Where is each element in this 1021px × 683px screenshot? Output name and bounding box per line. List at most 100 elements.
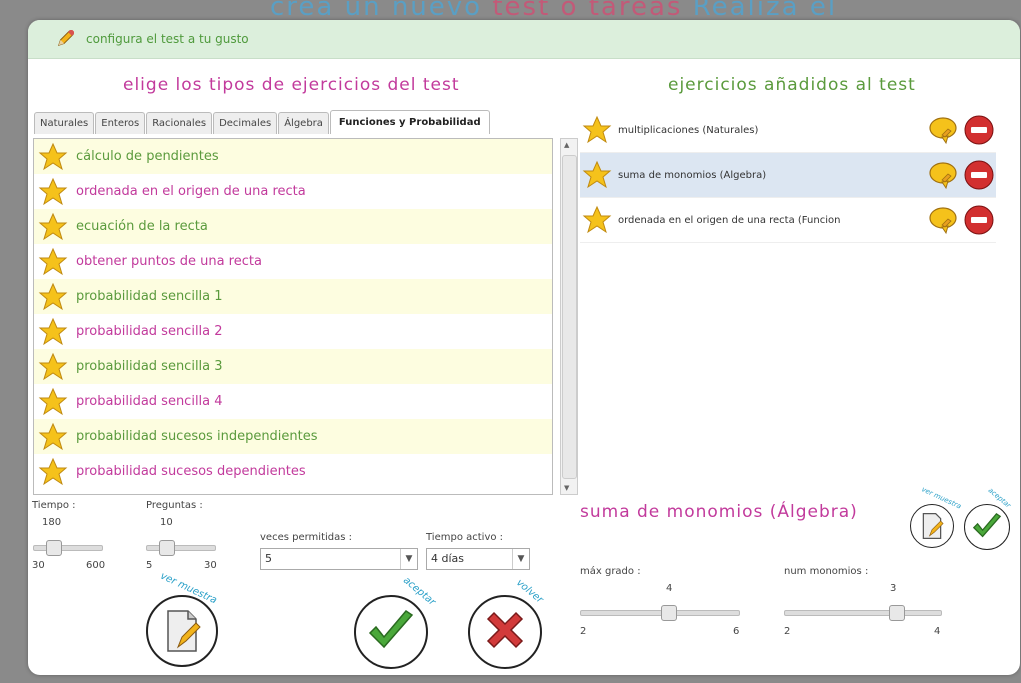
num-monomios-max: 4: [934, 626, 941, 637]
tab-enteros[interactable]: Enteros: [95, 112, 146, 134]
max-grado-min: 2: [580, 626, 587, 637]
delete-icon[interactable]: [964, 115, 994, 145]
max-grado-max: 6: [733, 626, 740, 637]
edit-bubble-icon[interactable]: [928, 115, 958, 145]
added-exercises-heading: ejercicios añadidos al test: [668, 75, 916, 95]
detail-title: suma de monomios (Álgebra): [580, 502, 858, 522]
document-icon: [922, 513, 944, 539]
volver-button[interactable]: [468, 595, 542, 669]
tab-algebra[interactable]: Álgebra: [278, 112, 329, 134]
exercise-item[interactable]: obtener puntos de una recta: [34, 244, 552, 279]
num-monomios-slider[interactable]: [784, 605, 942, 621]
scroll-up-icon[interactable]: ▲: [564, 141, 569, 149]
edit-bubble-icon[interactable]: [928, 160, 958, 190]
edit-bubble-icon[interactable]: [928, 205, 958, 235]
max-grado-value: 4: [666, 583, 673, 594]
chevron-down-icon[interactable]: ▼: [400, 549, 417, 569]
scroll-thumb[interactable]: [562, 155, 577, 479]
tab-naturales[interactable]: Naturales: [34, 112, 95, 134]
exercise-label: probabilidad sencilla 3: [76, 359, 223, 374]
exercise-list-scrollbar[interactable]: ▲ ▼: [560, 138, 578, 495]
star-icon: [582, 160, 612, 189]
added-exercise-label: multiplicaciones (Naturales): [618, 124, 759, 136]
exercise-item[interactable]: ecuación de la recta: [34, 209, 552, 244]
added-exercise-label: ordenada en el origen de una recta (Func…: [618, 214, 841, 226]
bg-title-part2: test o tareas: [492, 0, 683, 22]
detail-ver-muestra-button[interactable]: [910, 504, 954, 548]
max-grado-label: máx grado :: [580, 566, 641, 577]
exercise-list: cálculo de pendientes ordenada en el orig…: [33, 138, 553, 495]
num-monomios-min: 2: [784, 626, 791, 637]
veces-select[interactable]: 5 ▼: [260, 548, 418, 570]
exercise-item[interactable]: probabilidad sucesos dependientes: [34, 454, 552, 489]
max-grado-slider-handle[interactable]: [661, 605, 677, 621]
exercise-label: cálculo de pendientes: [76, 149, 219, 164]
star-icon: [38, 422, 68, 450]
exercise-label: probabilidad sucesos dependientes: [76, 464, 306, 479]
added-exercise-item[interactable]: multiplicaciones (Naturales): [580, 108, 996, 153]
star-icon: [38, 212, 68, 240]
delete-icon[interactable]: [964, 205, 994, 235]
preguntas-slider-handle[interactable]: [159, 540, 175, 556]
aceptar-button[interactable]: [354, 595, 428, 669]
star-icon: [582, 115, 612, 144]
exercise-item[interactable]: ordenada en el origen de una recta: [34, 174, 552, 209]
delete-icon[interactable]: [964, 160, 994, 190]
exercise-item[interactable]: probabilidad sencilla 2: [34, 314, 552, 349]
added-exercise-label: suma de monomios (Álgebra): [618, 169, 767, 181]
preguntas-min: 5: [146, 560, 153, 571]
tiempo-activo-label: Tiempo activo :: [426, 532, 504, 543]
num-monomios-label: num monomios :: [784, 566, 869, 577]
star-icon: [38, 177, 68, 205]
exercise-item[interactable]: probabilidad sencilla 3: [34, 349, 552, 384]
exercise-label: probabilidad sucesos independientes: [76, 429, 318, 444]
tiempo-slider-handle[interactable]: [46, 540, 62, 556]
exercise-item[interactable]: probabilidad sucesos independientes: [34, 419, 552, 454]
dialog-title: configura el test a tu gusto: [86, 32, 249, 46]
max-grado-slider[interactable]: [580, 605, 740, 621]
num-monomios-value: 3: [890, 583, 897, 594]
exercise-label: probabilidad sencilla 1: [76, 289, 223, 304]
tiempo-min: 30: [32, 560, 45, 571]
preguntas-slider[interactable]: [146, 540, 216, 556]
exercise-label: ecuación de la recta: [76, 219, 208, 234]
exercise-item[interactable]: probabilidad sencilla 4: [34, 384, 552, 419]
tiempo-label: Tiempo :: [32, 500, 76, 511]
category-tabs: Naturales Enteros Racionales Decimales Á…: [34, 110, 491, 134]
veces-value: 5: [265, 552, 272, 565]
scroll-down-icon[interactable]: ▼: [564, 484, 569, 492]
added-exercise-item[interactable]: suma de monomios (Álgebra): [580, 153, 996, 198]
dialog-header: configura el test a tu gusto: [28, 20, 1020, 59]
checkmark-icon: [972, 512, 1002, 538]
preguntas-value: 10: [160, 517, 173, 528]
tab-racionales[interactable]: Racionales: [146, 112, 213, 134]
tiempo-value: 180: [42, 517, 62, 528]
pencil-icon: [57, 30, 74, 47]
veces-label: veces permitidas :: [260, 532, 352, 543]
document-icon: [167, 610, 201, 652]
config-dialog: configura el test a tu gusto elige los t…: [28, 20, 1020, 675]
tiempo-slider[interactable]: [33, 540, 103, 556]
background-title: crea un nuevo test o tareas Realiza el: [270, 0, 837, 22]
bg-title-part3: Realiza el: [682, 0, 838, 22]
exercise-label: obtener puntos de una recta: [76, 254, 262, 269]
ver-muestra-button[interactable]: [146, 595, 218, 667]
star-icon: [38, 282, 68, 310]
exercise-label: probabilidad sencilla 2: [76, 324, 223, 339]
close-icon: [486, 611, 524, 649]
chevron-down-icon[interactable]: ▼: [512, 549, 529, 569]
exercise-item[interactable]: cálculo de pendientes: [34, 139, 552, 174]
star-icon: [582, 205, 612, 234]
tab-decimales[interactable]: Decimales: [213, 112, 278, 134]
num-monomios-slider-handle[interactable]: [889, 605, 905, 621]
added-exercise-list: multiplicaciones (Naturales) suma de mono…: [580, 108, 996, 243]
exercise-item[interactable]: probabilidad sencilla 1: [34, 279, 552, 314]
detail-aceptar-button[interactable]: [964, 504, 1010, 550]
tiempo-activo-select[interactable]: 4 días ▼: [426, 548, 530, 570]
preguntas-max: 30: [204, 560, 217, 571]
added-exercise-item[interactable]: ordenada en el origen de una recta (Func…: [580, 198, 996, 243]
tab-funciones-probabilidad[interactable]: Funciones y Probabilidad: [329, 110, 490, 134]
star-icon: [38, 317, 68, 345]
bg-title-part1: crea un nuevo: [270, 0, 493, 22]
tiempo-max: 600: [86, 560, 106, 571]
